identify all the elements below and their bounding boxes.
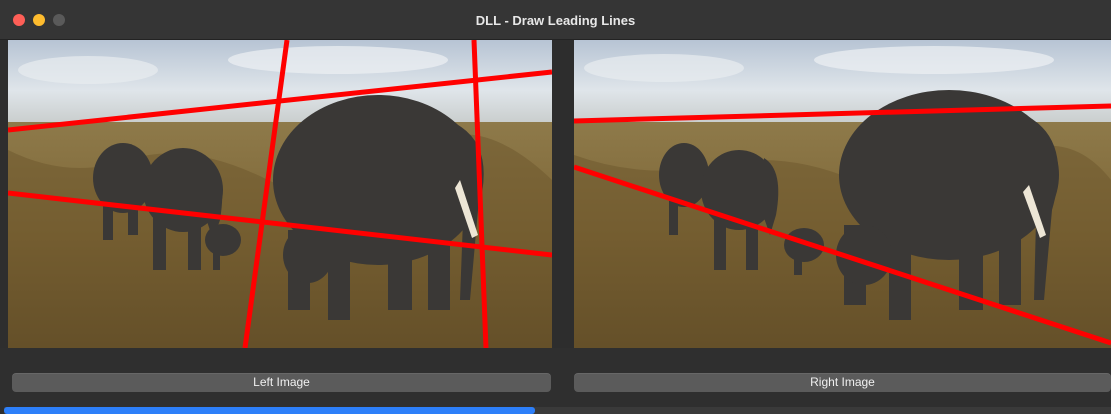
right-image-panel: [574, 40, 1111, 348]
left-image-panel: [8, 40, 552, 348]
controls-bar: Left Image Right Image: [0, 348, 1111, 414]
progress-fill: [4, 407, 536, 414]
title-bar: DLL - Draw Leading Lines: [0, 0, 1111, 40]
right-image-button[interactable]: Right Image: [574, 373, 1111, 392]
window-title: DLL - Draw Leading Lines: [475, 13, 636, 28]
panel-divider: [552, 40, 574, 348]
left-image: [8, 40, 552, 348]
progress-bar: [4, 407, 1111, 414]
right-image: [574, 40, 1111, 348]
left-image-button[interactable]: Left Image: [12, 373, 551, 392]
app-window: DLL - Draw Leading Lines Left Image Righ…: [0, 0, 1111, 414]
